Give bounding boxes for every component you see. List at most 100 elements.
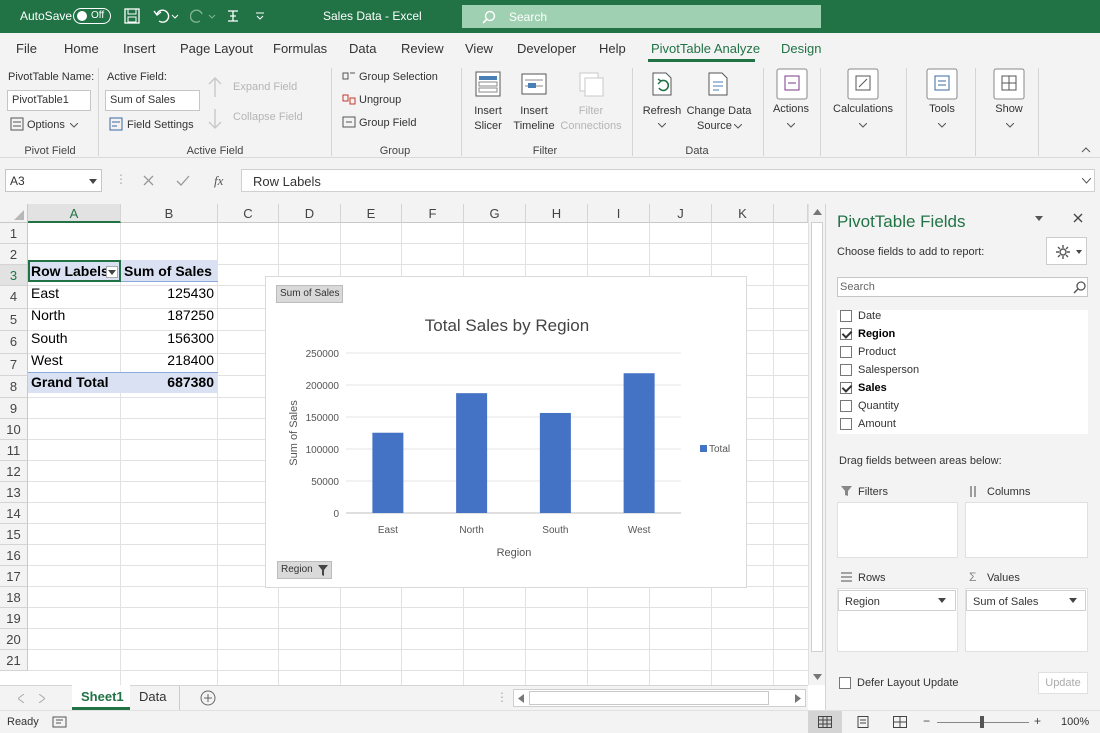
tab-data[interactable]: Data (349, 41, 376, 56)
chart-axis-field-button[interactable]: Region (277, 561, 332, 579)
settings-button[interactable] (1046, 237, 1087, 265)
field-checkbox-product[interactable] (840, 346, 852, 358)
enter-icon[interactable] (176, 175, 190, 186)
insert-slicer-line2[interactable]: Slicer (468, 120, 508, 132)
defer-layout-checkbox[interactable] (839, 677, 851, 689)
scroll-left-icon[interactable] (518, 694, 524, 703)
rows-field-dropdown-icon[interactable] (938, 598, 946, 603)
close-icon[interactable] (1073, 213, 1083, 223)
column-header-i[interactable]: I (588, 204, 650, 223)
tab-developer[interactable]: Developer (517, 41, 576, 56)
insert-slicer-line1[interactable]: Insert (468, 105, 508, 117)
pane-options-icon[interactable] (1035, 216, 1043, 221)
scroll-right-icon[interactable] (795, 694, 801, 703)
customize-icon[interactable] (226, 8, 240, 24)
expand-formula-bar-icon[interactable] (1082, 178, 1091, 184)
row-header[interactable]: 17 (0, 566, 28, 587)
row-header[interactable]: 11 (0, 440, 28, 461)
collapse-ribbon-icon[interactable] (1081, 146, 1091, 153)
quick-access-menu-icon[interactable] (255, 11, 265, 21)
row-header[interactable]: 6 (0, 331, 28, 354)
ungroup-button[interactable]: Ungroup (359, 94, 401, 106)
row-header[interactable]: 10 (0, 419, 28, 440)
row-header[interactable]: 2 (0, 244, 28, 265)
row-header[interactable]: 14 (0, 503, 28, 524)
refresh-button[interactable]: Refresh (640, 105, 684, 117)
column-header-d[interactable]: D (279, 204, 341, 223)
field-label[interactable]: Quantity (858, 400, 899, 412)
insert-function-button[interactable]: fx (214, 173, 223, 189)
change-source-line2[interactable]: Source (697, 120, 732, 132)
tab-insert[interactable]: Insert (123, 41, 156, 56)
row-header[interactable]: 7 (0, 354, 28, 376)
row-header[interactable]: 19 (0, 608, 28, 629)
row-header[interactable]: 20 (0, 629, 28, 650)
pivot-row-labels-header[interactable]: Row Labels (31, 263, 109, 279)
name-box[interactable]: A3 (5, 169, 102, 192)
column-header-e[interactable]: E (341, 204, 402, 223)
group-field-button[interactable]: Group Field (359, 117, 416, 129)
pivot-row-label[interactable]: North (31, 307, 65, 323)
field-checkbox-quantity[interactable] (840, 400, 852, 412)
tab-page-layout[interactable]: Page Layout (180, 41, 253, 56)
pivot-row-value[interactable]: 156300 (121, 330, 214, 346)
tab-view[interactable]: View (465, 41, 493, 56)
scroll-up-icon[interactable] (813, 209, 822, 215)
row-header[interactable]: 12 (0, 461, 28, 482)
accessibility-icon[interactable] (52, 716, 67, 728)
column-header-c[interactable]: C (218, 204, 279, 223)
row-header[interactable]: 4 (0, 286, 28, 309)
row-header[interactable]: 13 (0, 482, 28, 503)
field-label[interactable]: Region (858, 328, 895, 340)
filter-connections-line2[interactable]: Connections (560, 120, 622, 132)
column-header-h[interactable]: H (526, 204, 588, 223)
tab-formulas[interactable]: Formulas (273, 41, 327, 56)
pivot-chart[interactable]: Total Sales by Region 0 50000 100000 150000 2… (265, 276, 747, 588)
column-header-j[interactable]: J (650, 204, 712, 223)
update-button[interactable]: Update (1038, 672, 1088, 694)
field-checkbox-amount[interactable] (840, 418, 852, 430)
horizontal-scrollbar[interactable] (513, 689, 806, 707)
filter-connections-line1[interactable]: Filter (562, 105, 620, 117)
tabs-splitter-handle[interactable]: ⋮ (496, 690, 508, 704)
page-break-view-icon[interactable] (893, 716, 907, 728)
undo-icon[interactable] (153, 8, 179, 24)
pivot-row-value[interactable]: 218400 (121, 352, 214, 368)
active-field-input[interactable]: Sum of Sales (105, 90, 200, 111)
options-button[interactable]: Options (27, 119, 65, 131)
pivot-row-value[interactable]: 187250 (121, 307, 214, 323)
field-label[interactable]: Date (858, 310, 881, 322)
column-header-k[interactable]: K (712, 204, 774, 223)
pivot-row-label[interactable]: South (31, 330, 68, 346)
values-field-dropdown-icon[interactable] (1069, 598, 1077, 603)
field-checkbox-salesperson[interactable] (840, 364, 852, 376)
save-icon[interactable] (124, 8, 140, 24)
chart-value-field-button[interactable]: Sum of Sales (276, 285, 344, 303)
show-button[interactable]: Show (988, 103, 1030, 115)
name-box-dropdown-icon[interactable] (89, 179, 97, 184)
field-label[interactable]: Sales (858, 382, 887, 394)
column-header-f[interactable]: F (402, 204, 464, 223)
row-header[interactable]: 15 (0, 524, 28, 545)
zoom-in-button[interactable]: + (1034, 714, 1041, 728)
field-label[interactable]: Amount (858, 418, 896, 430)
expand-field-button[interactable]: Expand Field (233, 81, 297, 93)
values-field-item[interactable]: Sum of Sales (966, 590, 1086, 611)
tab-help[interactable]: Help (599, 41, 626, 56)
search-bar[interactable]: Search (462, 5, 821, 28)
grand-total-value[interactable]: 687380 (121, 374, 214, 390)
sheet-tab-data[interactable]: Data (139, 689, 166, 704)
zoom-level[interactable]: 100% (1061, 716, 1089, 728)
pivot-row-label[interactable]: East (31, 285, 59, 301)
cancel-icon[interactable] (143, 175, 154, 186)
vertical-scrollbar[interactable] (808, 204, 825, 685)
sheet-tab-sheet1[interactable]: Sheet1 (72, 685, 130, 710)
row-header[interactable]: 18 (0, 587, 28, 608)
autosave-toggle[interactable]: Off (73, 8, 111, 24)
grand-total-label[interactable]: Grand Total (31, 374, 109, 390)
page-layout-view-icon[interactable] (856, 716, 870, 728)
row-header[interactable]: 9 (0, 398, 28, 419)
row-header[interactable]: 1 (0, 223, 28, 244)
defer-layout-label[interactable]: Defer Layout Update (857, 677, 959, 689)
column-header-g[interactable]: G (464, 204, 526, 223)
